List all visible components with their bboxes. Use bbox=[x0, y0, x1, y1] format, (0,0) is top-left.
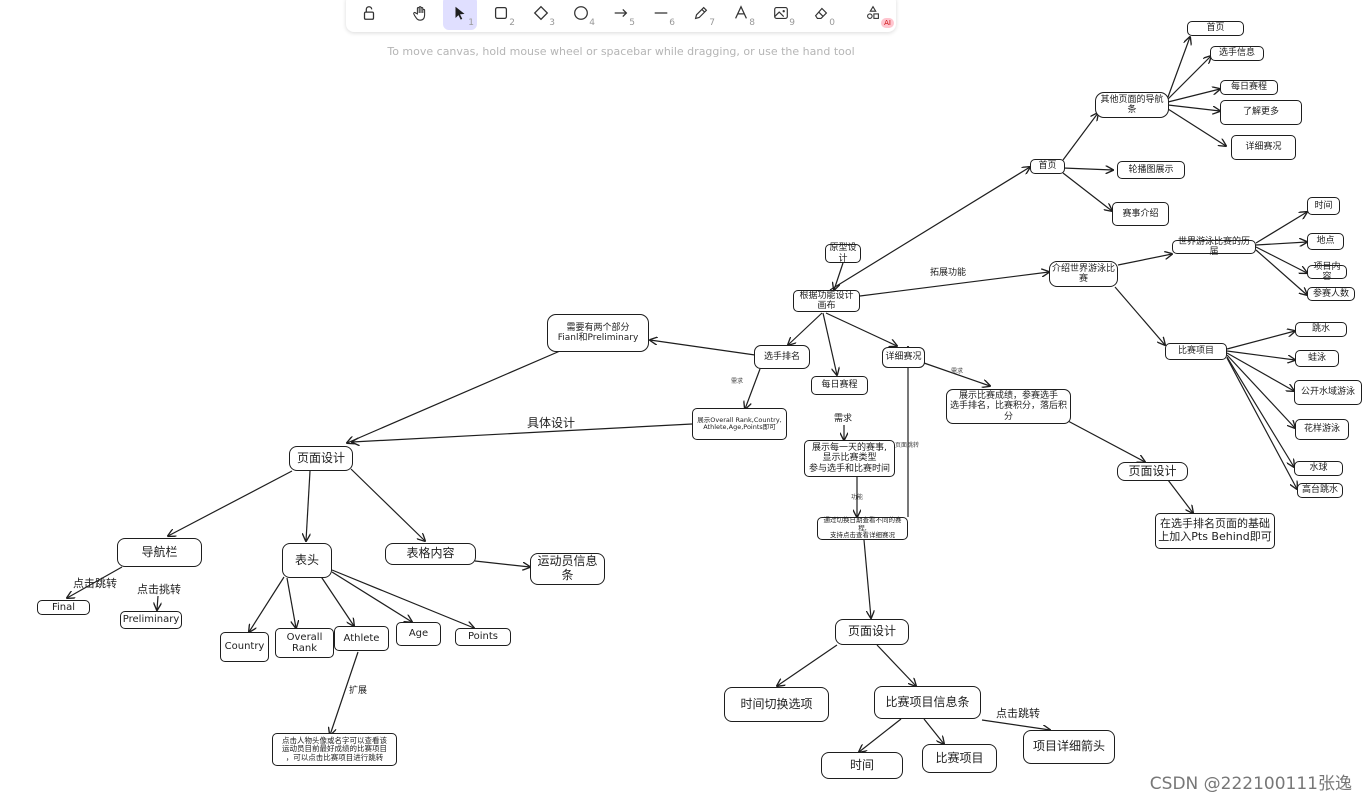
node-country[interactable]: Country bbox=[220, 632, 269, 662]
hand-tool-button[interactable] bbox=[404, 0, 438, 30]
node-nav-xiangxi[interactable]: 详细赛况 bbox=[1231, 135, 1296, 160]
diamond-tool-button[interactable]: 3 bbox=[524, 0, 558, 30]
node-shuiqiu[interactable]: 水球 bbox=[1294, 461, 1343, 476]
more-tools-button[interactable]: AI bbox=[856, 0, 894, 30]
node-age[interactable]: Age bbox=[396, 622, 441, 646]
image-tool-button[interactable]: 9 bbox=[764, 0, 798, 30]
node-yundong[interactable]: 运动员信息条 bbox=[530, 553, 605, 585]
node-zhanshi-rank[interactable]: 展示Overall Rank,Country, Athlete,Age,Poin… bbox=[692, 408, 787, 440]
label-xuqiu-a: 需求 bbox=[731, 378, 744, 385]
node-nav-meiri[interactable]: 每日赛程 bbox=[1220, 80, 1278, 95]
node-lishi[interactable]: 世界游泳比赛的历届 bbox=[1172, 237, 1256, 257]
text-tool-button[interactable]: 8 bbox=[724, 0, 758, 30]
canvas-hint: To move canvas, hold mouse wheel or spac… bbox=[387, 45, 855, 58]
node-saishi[interactable]: 赛事介绍 bbox=[1112, 202, 1169, 226]
text-icon bbox=[735, 5, 747, 19]
node-shouye-right[interactable]: 首页 bbox=[1030, 159, 1065, 174]
eraser-icon bbox=[814, 7, 828, 19]
csdn-watermark: CSDN @222100111张逸 bbox=[1149, 774, 1352, 794]
node-bisai-xm-bottom[interactable]: 比赛项目 bbox=[922, 744, 997, 773]
node-kuozhan-desc[interactable]: 点击人物头像或名字可以查看该 运动员目前最好成绩的比赛项目 ，可以点击比赛项目进… bbox=[272, 733, 397, 766]
node-yemian-mid[interactable]: 页面设计 bbox=[835, 619, 909, 645]
node-yemian-left[interactable]: 页面设计 bbox=[289, 446, 353, 471]
diamond-icon bbox=[533, 5, 549, 21]
node-biaoge[interactable]: 表格内容 bbox=[385, 543, 476, 565]
select-tool-button[interactable]: 1 bbox=[443, 0, 477, 30]
label-dianji-a: 点击跳转 bbox=[73, 577, 117, 590]
toolbar: 1 2 3 4 5 6 7 8 9 0 AI bbox=[346, 0, 896, 32]
node-preliminary[interactable]: Preliminary bbox=[120, 611, 182, 629]
whiteboard-canvas[interactable] bbox=[0, 0, 1366, 800]
draw-tool-button[interactable]: 7 bbox=[684, 0, 718, 30]
node-final[interactable]: Final bbox=[37, 600, 90, 615]
node-zaixuanshou[interactable]: 在选手排名页面的基础 上加入Pts Behind即可 bbox=[1155, 513, 1275, 549]
node-cansai[interactable]: 参赛人数 bbox=[1307, 287, 1355, 301]
rectangle-icon bbox=[494, 6, 508, 20]
node-xuanshou-pm[interactable]: 选手排名 bbox=[754, 345, 810, 369]
node-shijian-bottom[interactable]: 时间 bbox=[821, 752, 903, 779]
line-icon bbox=[654, 12, 668, 14]
ellipse-tool-button[interactable]: 4 bbox=[564, 0, 598, 30]
label-yemian-tiaozhuan: 页面跳转 bbox=[895, 442, 920, 449]
node-nav-xuanshou[interactable]: 选手信息 bbox=[1210, 46, 1264, 61]
lock-tool-button[interactable] bbox=[352, 0, 386, 30]
node-yuanxing[interactable]: 原型设计 bbox=[825, 243, 861, 264]
node-overall-rank[interactable]: Overall Rank bbox=[275, 628, 334, 658]
node-bisai-info[interactable]: 比赛项目信息条 bbox=[874, 686, 981, 719]
node-athlete[interactable]: Athlete bbox=[334, 626, 389, 651]
node-liang-bufen[interactable]: 需要有两个部分 Fianl和Preliminary bbox=[547, 314, 649, 352]
node-shijian-right[interactable]: 时间 bbox=[1307, 197, 1340, 215]
lock-icon bbox=[363, 6, 375, 20]
node-didian[interactable]: 地点 bbox=[1307, 233, 1344, 250]
hand-icon bbox=[413, 6, 426, 21]
node-biaotou[interactable]: 表头 bbox=[282, 543, 332, 578]
node-jieshao[interactable]: 介绍世界游泳比 赛 bbox=[1049, 261, 1118, 287]
circle-icon bbox=[574, 6, 588, 20]
node-genju[interactable]: 根据功能设计画布 bbox=[793, 290, 860, 312]
ai-badge: AI bbox=[881, 18, 894, 28]
node-bisai-xm-right[interactable]: 比赛项目 bbox=[1165, 343, 1227, 360]
node-qita-nav[interactable]: 其他页面的导航条 bbox=[1095, 92, 1169, 118]
node-xiangmu-jt[interactable]: 项目详细箭头 bbox=[1023, 730, 1115, 764]
node-xiangxi-sk[interactable]: 详细赛况 bbox=[882, 347, 925, 368]
label-kuozhan: 扩展 bbox=[349, 686, 368, 696]
label-gongneng: 功能 bbox=[851, 494, 864, 501]
node-zhanshi-cj[interactable]: 展示比赛成绩，参赛选手 选手排名，比赛积分，落后积分 bbox=[946, 389, 1071, 424]
node-nav-shouye[interactable]: 首页 bbox=[1187, 21, 1244, 36]
node-points[interactable]: Points bbox=[455, 628, 511, 646]
node-gongkai[interactable]: 公开水域游泳 bbox=[1294, 380, 1362, 405]
node-tiaoshui[interactable]: 跳水 bbox=[1295, 322, 1347, 337]
node-wayong[interactable]: 蛙泳 bbox=[1295, 350, 1339, 367]
label-juti: 具体设计 bbox=[527, 416, 576, 430]
label-dianji-c: 点击跳转 bbox=[996, 707, 1040, 720]
node-nav-liaojie[interactable]: 了解更多 bbox=[1220, 100, 1302, 125]
node-qiehuan-desc[interactable]: 通过切换日期查看不同的赛程, 支持点击查看详细赛况 bbox=[817, 517, 908, 540]
label-xuqiu-b: 需求 bbox=[834, 414, 853, 424]
pencil-icon bbox=[694, 6, 708, 20]
node-gaotai[interactable]: 高台跳水 bbox=[1297, 483, 1343, 498]
node-yemian-right[interactable]: 页面设计 bbox=[1117, 462, 1188, 481]
shapes-icon bbox=[867, 5, 879, 19]
arrow-right-icon bbox=[614, 8, 628, 18]
label-tuozhan: 拓展功能 bbox=[930, 268, 967, 278]
node-shijian-qh[interactable]: 时间切换选项 bbox=[724, 687, 829, 722]
node-zhanshi-day[interactable]: 展示每一天的赛事, 显示比赛类型 参与选手和比赛时间 bbox=[804, 440, 895, 477]
node-huayang[interactable]: 花样游泳 bbox=[1295, 419, 1349, 440]
line-tool-button[interactable]: 6 bbox=[644, 0, 678, 30]
node-lunbo[interactable]: 轮播图展示 bbox=[1117, 161, 1185, 179]
cursor-icon bbox=[455, 6, 465, 20]
node-xiangmu-nr[interactable]: 项目内容 bbox=[1307, 262, 1347, 282]
rectangle-tool-button[interactable]: 2 bbox=[484, 0, 518, 30]
eraser-tool-button[interactable]: 0 bbox=[804, 0, 838, 30]
arrow-tool-button[interactable]: 5 bbox=[604, 0, 638, 30]
image-icon bbox=[774, 7, 788, 19]
label-dianji-b: 点击挑转 bbox=[137, 583, 181, 596]
node-meiri-sc[interactable]: 每日赛程 bbox=[811, 376, 868, 395]
label-xuqiu-c: 需求 bbox=[951, 368, 964, 375]
node-daohang[interactable]: 导航栏 bbox=[117, 538, 202, 567]
